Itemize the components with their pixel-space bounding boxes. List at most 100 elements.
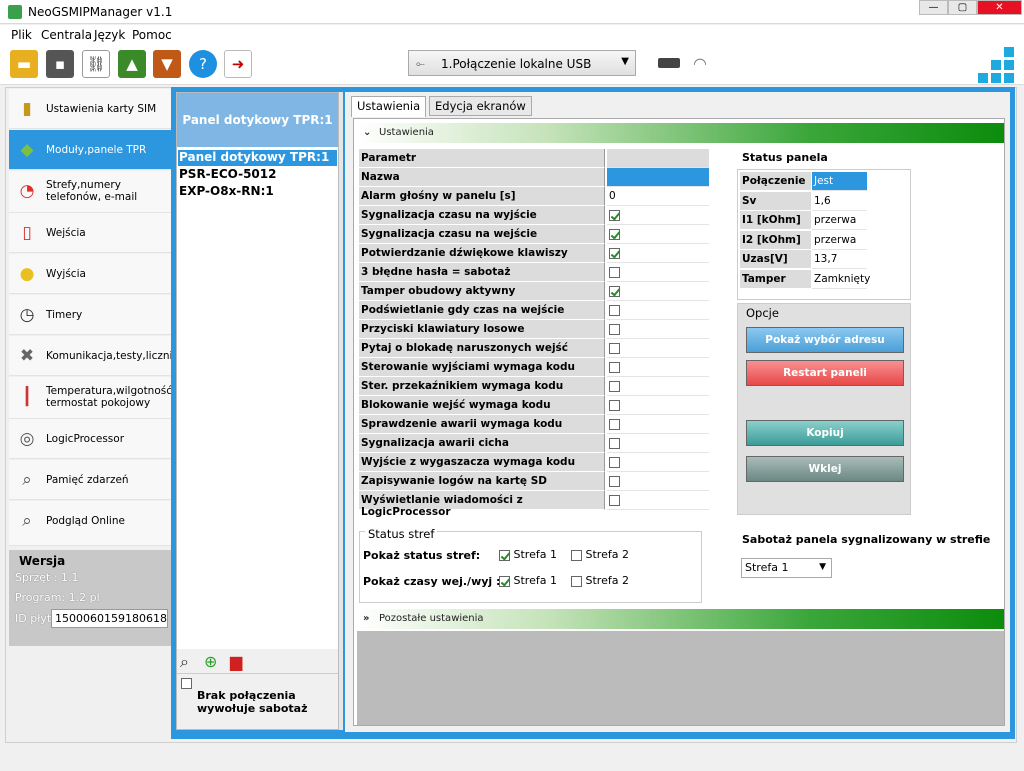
sim-card-icon: ▮ xyxy=(22,99,32,119)
tab-content: ⌄ Ustawienia Parametr Nazwa Alarm głośny … xyxy=(353,118,1005,726)
parameter-value-cell xyxy=(607,491,709,510)
parameter-checkbox[interactable] xyxy=(609,399,620,411)
status-value: przerwa xyxy=(812,230,867,250)
menu-jezyk[interactable]: Język xyxy=(94,28,125,42)
status-row: Uzas[V] 13,7 xyxy=(740,250,910,269)
parameter-checkbox[interactable] xyxy=(609,361,620,373)
tab-ustawienia[interactable]: Ustawienia xyxy=(351,96,427,117)
device-item[interactable]: PSR-ECO-5012 xyxy=(178,167,337,183)
zone-status-title: Status stref xyxy=(365,527,438,541)
parameter-checkbox[interactable] xyxy=(609,456,620,468)
options-group: Opcje Pokaż wybór adresu Restart paneli … xyxy=(737,303,911,515)
parameter-checkbox[interactable] xyxy=(609,418,620,430)
parameter-checkbox[interactable] xyxy=(609,285,620,297)
parameter-value-cell xyxy=(607,377,709,396)
table-row: Wyjście z wygaszacza wymaga kodu xyxy=(359,453,709,472)
parameter-value-cell xyxy=(607,453,709,472)
status-value: 13,7 xyxy=(812,250,867,269)
parameter-value[interactable] xyxy=(607,168,709,187)
add-icon[interactable]: ⊕ xyxy=(204,652,217,671)
sidebar-item-online[interactable]: ⌕ Podgląd Online xyxy=(9,501,171,546)
search-icon[interactable]: ⌕ xyxy=(180,652,189,672)
connection-select[interactable]: ⟜ 1.Połączenie lokalne USB ▼ xyxy=(408,50,636,76)
parameter-label: Wyjście z wygaszacza wymaga kodu xyxy=(359,453,605,472)
show-entry-exit-times-label: Pokaż czasy wej./wyj : xyxy=(363,575,501,588)
sidebar-item-inputs[interactable]: ▯ Wejścia xyxy=(9,213,171,253)
parameter-checkbox[interactable] xyxy=(609,342,620,354)
exit-icon[interactable]: ➜ xyxy=(224,50,252,78)
tools-wrench-icon: ✖ xyxy=(19,346,35,366)
sidebar-item-label: Moduły,panele TPR xyxy=(46,144,147,156)
tab-edycja-ekranow[interactable]: Edycja ekranów xyxy=(429,96,532,116)
parameter-checkbox[interactable] xyxy=(609,209,620,221)
table-header-row: Parametr xyxy=(359,149,709,168)
disconnect-icon[interactable]: ⛓ xyxy=(82,50,110,78)
zones-ring-icon: ◔ xyxy=(19,181,35,201)
parameter-checkbox[interactable] xyxy=(609,228,620,240)
grid-menu-icon[interactable] xyxy=(978,47,1014,83)
parameter-checkbox[interactable] xyxy=(609,494,620,506)
delete-icon[interactable]: ▆ xyxy=(230,652,242,671)
save-disk-icon[interactable]: ▪ xyxy=(46,50,74,78)
sabotage-zone-select[interactable]: Strefa 1 ▼ xyxy=(741,558,832,578)
splitter-handle[interactable] xyxy=(339,92,343,730)
parameter-label: Wyświetlanie wiadomości z LogicProcessor xyxy=(359,491,605,518)
show-address-button[interactable]: Pokaż wybór adresu xyxy=(746,327,904,353)
times-strefa2-checkbox[interactable] xyxy=(571,575,582,587)
zone-status-strefa1-checkbox[interactable] xyxy=(499,549,510,561)
parameter-checkbox[interactable] xyxy=(609,266,620,278)
menu-centrala[interactable]: Centrala xyxy=(41,28,92,42)
device-item[interactable]: EXP-O8x-RN:1 xyxy=(178,184,337,200)
parameter-label: Podświetlanie gdy czas na wejście xyxy=(359,301,605,320)
status-label: I2 [kOhm] xyxy=(740,230,811,250)
status-panel-title: Status panela xyxy=(742,151,828,164)
no-connection-sabotage-checkbox[interactable] xyxy=(181,678,192,689)
copy-button[interactable]: Kopiuj xyxy=(746,420,904,446)
sidebar-item-temperature[interactable]: ┃ Temperatura,wilgotność, termostat poko… xyxy=(9,377,175,419)
device-item[interactable]: Panel dotykowy TPR:1 xyxy=(178,150,337,166)
table-row: Blokowanie wejść wymaga kodu xyxy=(359,396,709,415)
table-row: Sterowanie wyjściami wymaga kodu xyxy=(359,358,709,377)
maximize-button[interactable]: ▢ xyxy=(948,0,977,15)
folder-open-icon[interactable]: ▬ xyxy=(10,50,38,78)
restart-panels-button[interactable]: Restart paneli xyxy=(746,360,904,386)
table-row: Sprawdzenie awarii wymaga kodu xyxy=(359,415,709,434)
paste-button[interactable]: Wklej xyxy=(746,456,904,482)
parameter-checkbox[interactable] xyxy=(609,247,620,259)
zone-status-strefa2-checkbox[interactable] xyxy=(571,549,582,561)
sidebar-item-modules[interactable]: ◆ Moduły,panele TPR xyxy=(9,130,171,170)
parameter-checkbox[interactable] xyxy=(609,380,620,392)
menu-plik[interactable]: Plik xyxy=(11,28,32,42)
sidebar-item-zones[interactable]: ◔ Strefy,numery telefonów, e-mail xyxy=(9,171,171,213)
parameter-checkbox[interactable] xyxy=(609,437,620,449)
section-header-other-settings[interactable]: » Pozostałe ustawienia xyxy=(357,609,1004,629)
sidebar-item-label: LogicProcessor xyxy=(46,433,125,445)
help-icon[interactable]: ? xyxy=(189,50,217,78)
parameter-checkbox[interactable] xyxy=(609,475,620,487)
close-button[interactable]: ✕ xyxy=(977,0,1022,15)
table-row: Zapisywanie logów na kartę SD xyxy=(359,472,709,491)
menu-pomoc[interactable]: Pomoc xyxy=(132,28,172,42)
wireless-signal-icon: ◠ xyxy=(693,54,707,73)
parameter-value[interactable]: 0 xyxy=(607,187,709,206)
status-row: I1 [kOhm] przerwa xyxy=(740,211,910,230)
chevron-down-icon: ▼ xyxy=(621,56,629,67)
sidebar-item-event-memory[interactable]: ⌕ Pamięć zdarzeń xyxy=(9,460,171,500)
parameter-checkbox[interactable] xyxy=(609,323,620,335)
sidebar-item-outputs[interactable]: ● Wyjścia xyxy=(9,254,171,294)
download-chip-icon[interactable]: ▼ xyxy=(153,50,181,78)
sidebar-item-logicprocessor[interactable]: ◎ LogicProcessor xyxy=(9,419,171,459)
sidebar-item-sim[interactable]: ▮ Ustawienia karty SIM xyxy=(9,89,171,129)
upload-chip-icon[interactable]: ▲ xyxy=(118,50,146,78)
parameter-value-cell xyxy=(607,244,709,263)
sidebar-item-timers[interactable]: ◷ Timery xyxy=(9,295,171,335)
parameter-checkbox[interactable] xyxy=(609,304,620,316)
minimize-button[interactable]: — xyxy=(919,0,948,15)
status-row: Sv 1,6 xyxy=(740,191,910,211)
sidebar-item-communication[interactable]: ✖ Komunikacja,testy,liczniki xyxy=(9,336,181,376)
section-header-settings[interactable]: ⌄ Ustawienia xyxy=(357,123,1004,143)
board-id-field[interactable]: 1500060159180618 xyxy=(51,609,168,628)
app-icon xyxy=(8,5,22,19)
times-strefa1-checkbox[interactable] xyxy=(499,575,510,587)
connection-selected-value: 1.Połączenie lokalne USB xyxy=(441,57,592,71)
